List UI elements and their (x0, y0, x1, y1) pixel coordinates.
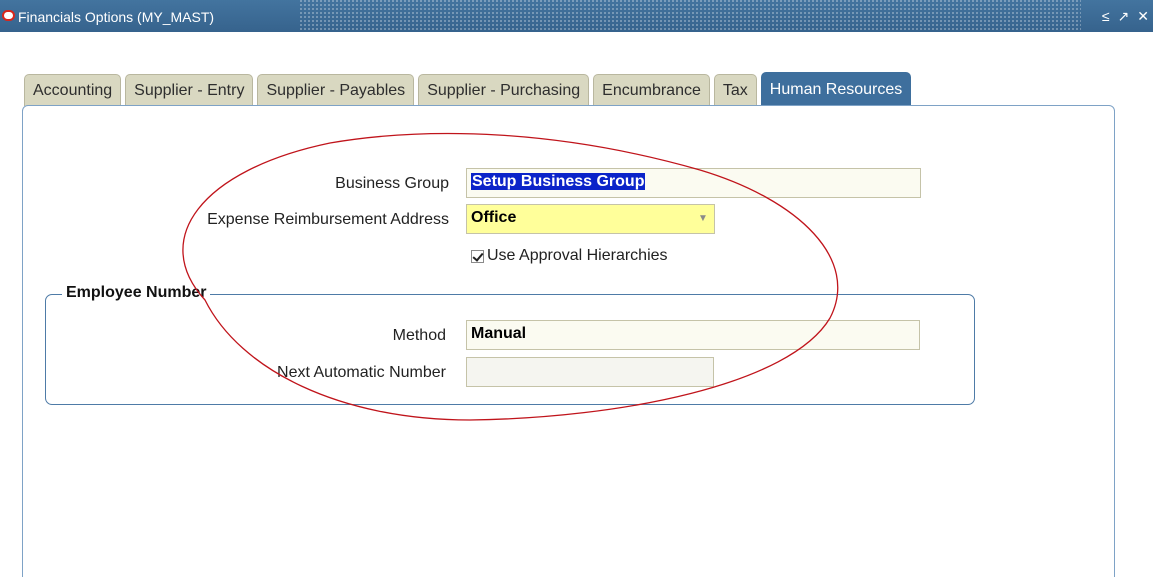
business-group-field[interactable]: Setup Business Group (466, 168, 921, 198)
tab-accounting[interactable]: Accounting (24, 74, 122, 106)
chevron-down-icon[interactable]: ▼ (696, 211, 710, 227)
method-label: Method (392, 327, 446, 344)
business-group-value: Setup Business Group (471, 173, 646, 190)
expense-reimbursement-address-value: Office (471, 209, 517, 226)
employee-number-group: Employee Number Method Manual Next Autom… (45, 284, 975, 405)
expense-reimbursement-address-select[interactable]: Office ▼ (466, 204, 715, 234)
tab-encumbrance[interactable]: Encumbrance (593, 74, 710, 106)
use-approval-hierarchies-checkbox[interactable]: Use Approval Hierarchies (471, 247, 668, 265)
tab-bar: Accounting Supplier - Entry Supplier - P… (24, 72, 912, 106)
next-automatic-number-field[interactable] (466, 357, 714, 387)
next-automatic-number-label: Next Automatic Number (277, 364, 446, 381)
close-icon[interactable]: ✕ (1137, 9, 1149, 23)
maximize-icon[interactable]: ↗ (1118, 9, 1130, 23)
use-approval-hierarchies-label: Use Approval Hierarchies (487, 247, 668, 264)
human-resources-panel: Business Group Setup Business Group Expe… (22, 105, 1115, 577)
tab-supplier-payables[interactable]: Supplier - Payables (257, 74, 415, 106)
tab-supplier-purchasing[interactable]: Supplier - Purchasing (418, 74, 590, 106)
tab-supplier-entry[interactable]: Supplier - Entry (125, 74, 254, 106)
window-title: Financials Options (MY_MAST) (18, 9, 215, 25)
title-bar[interactable]: Financials Options (MY_MAST) ≤ ↗ ✕ (0, 0, 1153, 32)
method-value: Manual (471, 325, 527, 342)
employee-number-legend: Employee Number (62, 284, 211, 302)
business-group-label: Business Group (335, 175, 449, 192)
minimize-icon[interactable]: ≤ (1102, 9, 1110, 23)
checkmark-icon[interactable] (471, 249, 484, 263)
window-controls: ≤ ↗ ✕ (1081, 0, 1153, 32)
method-field[interactable]: Manual (466, 320, 920, 350)
tab-tax[interactable]: Tax (713, 74, 757, 106)
financials-options-window: Financials Options (MY_MAST) ≤ ↗ ✕ Accou… (0, 0, 1153, 577)
expense-reimbursement-address-label: Expense Reimbursement Address (207, 211, 449, 228)
left-border (0, 32, 8, 577)
oracle-logo-icon (2, 10, 15, 21)
tab-human-resources[interactable]: Human Resources (760, 72, 912, 106)
